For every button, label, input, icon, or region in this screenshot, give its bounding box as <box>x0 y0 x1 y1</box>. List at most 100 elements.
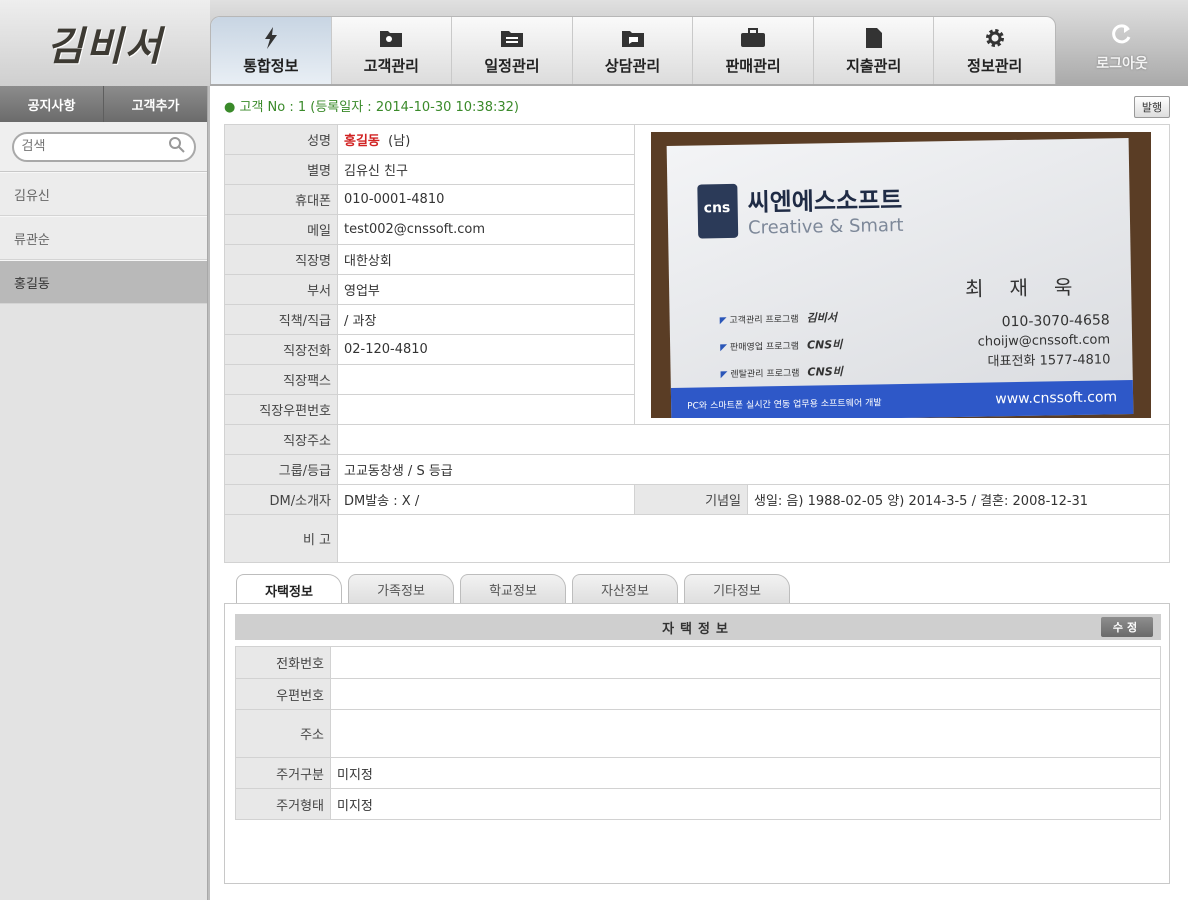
dm-value: DM발송 : X / <box>337 484 635 515</box>
cns-logo-icon: cns <box>697 183 739 239</box>
edit-button[interactable]: 수정 <box>1101 617 1153 637</box>
briefcase-icon <box>740 27 766 49</box>
card-phone: 010-3070-4658 <box>1001 311 1110 330</box>
card-email: choijw@cnssoft.com <box>977 331 1111 350</box>
customer-number-text: 고객 No : 1 (등록일자 : 2014-10-30 10:38:32) <box>239 100 519 115</box>
logout-button[interactable]: 로그아웃 <box>1062 18 1182 78</box>
field-label: 직장명 <box>224 244 338 275</box>
tab-label: 상담관리 <box>604 56 661 75</box>
tab-expense-management[interactable]: 지출관리 <box>814 17 935 84</box>
field-label: 주거형태 <box>235 788 331 820</box>
field-label: 성명 <box>224 124 338 155</box>
field-label: 비 고 <box>224 514 338 563</box>
calendar-folder-icon <box>500 27 524 49</box>
main-nav-tabs: 통합정보 고객관리 일정관리 상담관리 판매관리 지출관리 정보관리 <box>210 16 1056 84</box>
field-label: 주소 <box>235 709 331 758</box>
card-url: www.cnssoft.com <box>995 388 1118 407</box>
tab-schedule-management[interactable]: 일정관리 <box>452 17 573 84</box>
mobile-value: 010-0001-4810 <box>337 184 635 215</box>
work-zip-value <box>337 394 635 425</box>
card-product: 렌탈관리 프로그램CNS비 <box>720 359 843 388</box>
card-product: 판매영업 프로그램CNS비 <box>720 332 843 361</box>
card-company-ko: 씨엔에스소프트 <box>747 185 903 217</box>
customer-info-line: ● 고객 No : 1 (등록일자 : 2014-10-30 10:38:32) <box>224 96 519 115</box>
card-contact: 010-3070-4658 choijw@cnssoft.com 대표전화 15… <box>970 310 1111 372</box>
issue-button[interactable]: 발행 <box>1134 96 1170 118</box>
detail-subtabs: 자택정보 가족정보 학교정보 자산정보 기타정보 <box>236 574 790 605</box>
title-value: / 과장 <box>337 304 635 335</box>
home-phone-value <box>330 646 1161 679</box>
logout-label: 로그아웃 <box>1096 56 1148 72</box>
card-bar-text: PC와 스마트폰 실시간 연동 업무용 소프트웨어 개발 <box>687 397 882 411</box>
card-main-phone: 대표전화 1577-4810 <box>987 351 1111 369</box>
customer-list-item[interactable]: 류관순 <box>0 216 207 260</box>
subtab-asset-info[interactable]: 자산정보 <box>572 574 678 604</box>
tab-integrated-info[interactable]: 통합정보 <box>211 17 332 84</box>
app-logo[interactable]: 김비서 <box>0 0 210 86</box>
bullet-icon: ● <box>224 100 240 115</box>
memo-value <box>337 514 1170 563</box>
subtab-other-info[interactable]: 기타정보 <box>684 574 790 604</box>
subtab-school-info[interactable]: 학교정보 <box>460 574 566 604</box>
tab-customer-management[interactable]: 고객관리 <box>332 17 453 84</box>
customer-list-item-selected[interactable]: 홍길동 <box>0 260 207 304</box>
work-fax-value <box>337 364 635 395</box>
consult-folder-icon <box>621 27 645 49</box>
customer-name: 홍길동 <box>344 134 380 149</box>
tab-consult-management[interactable]: 상담관리 <box>573 17 694 84</box>
tab-info-management[interactable]: 정보관리 <box>934 17 1055 84</box>
logo-text: 김비서 <box>46 23 164 70</box>
subtab-home-info[interactable]: 자택정보 <box>236 574 342 605</box>
tab-sales-management[interactable]: 판매관리 <box>693 17 814 84</box>
tab-label: 정보관리 <box>967 56 1023 75</box>
home-info-table: 전화번호 우편번호 주소 주거구분 미지정 주거형태 미지정 <box>235 646 1161 820</box>
home-zip-value <box>330 678 1161 710</box>
search-input[interactable] <box>21 139 168 154</box>
logout-icon <box>1110 23 1134 49</box>
notice-button[interactable]: 공지사항 <box>0 86 104 122</box>
company-value: 대한상회 <box>337 244 635 275</box>
card-company-en: Creative & Smart <box>747 214 904 239</box>
housing-form-value: 미지정 <box>330 788 1161 820</box>
card-product: 고객관리 프로그램김비서 <box>719 305 842 334</box>
email-value: test002@cnssoft.com <box>337 214 635 245</box>
customer-list-item[interactable]: 김유신 <box>0 172 207 216</box>
field-label: 그룹/등급 <box>224 454 338 485</box>
field-label: 주거구분 <box>235 757 331 789</box>
lightning-icon <box>262 26 280 49</box>
work-phone-value: 02-120-4810 <box>337 334 635 365</box>
tab-label: 일정관리 <box>484 56 540 75</box>
main-content: ● 고객 No : 1 (등록일자 : 2014-10-30 10:38:32)… <box>210 86 1188 900</box>
search-icon[interactable] <box>168 136 186 158</box>
gear-icon <box>984 27 1006 49</box>
tab-label: 고객관리 <box>363 56 419 75</box>
card-company: cns 씨엔에스소프트 Creative & Smart <box>697 179 904 239</box>
field-label: 별명 <box>224 154 338 185</box>
sidebar: 공지사항 고객추가 김유신 류관순 홍길동 <box>0 86 208 900</box>
customer-folder-icon <box>379 27 403 49</box>
dept-value: 영업부 <box>337 274 635 305</box>
search-area <box>0 122 207 172</box>
card-face: cns 씨엔에스소프트 Creative & Smart 최재욱 고객관리 프로… <box>666 137 1134 418</box>
name-value: 홍길동 (남) <box>337 124 635 155</box>
residence-type-value: 미지정 <box>330 757 1161 789</box>
field-label: 직장주소 <box>224 424 338 455</box>
tab-label: 통합정보 <box>243 56 299 75</box>
field-label: 직책/직급 <box>224 304 338 335</box>
anniversary-value: 생일: 음) 1988-02-05 양) 2014-3-5 / 결혼: 2008… <box>747 484 1170 515</box>
subtab-family-info[interactable]: 가족정보 <box>348 574 454 604</box>
field-label: 전화번호 <box>235 646 331 679</box>
business-card-cell: cns 씨엔에스소프트 Creative & Smart 최재욱 고객관리 프로… <box>634 124 1170 425</box>
field-label: 직장팩스 <box>224 364 338 395</box>
group-value: 고교동창생 / S 등급 <box>337 454 1170 485</box>
gender: (남) <box>388 134 411 149</box>
sidebar-buttons: 공지사항 고객추가 <box>0 86 207 122</box>
add-customer-button[interactable]: 고객추가 <box>104 86 207 122</box>
nickname-value: 김유신 친구 <box>337 154 635 185</box>
search-box <box>11 131 196 162</box>
customer-detail-table: 성명 홍길동 (남) cns 씨엔에스소프트 Creative & Smart … <box>224 124 1170 563</box>
business-card-image[interactable]: cns 씨엔에스소프트 Creative & Smart 최재욱 고객관리 프로… <box>651 131 1151 418</box>
field-label: 메일 <box>224 214 338 245</box>
field-label: 부서 <box>224 274 338 305</box>
home-info-title: 자택정보 <box>662 621 734 637</box>
